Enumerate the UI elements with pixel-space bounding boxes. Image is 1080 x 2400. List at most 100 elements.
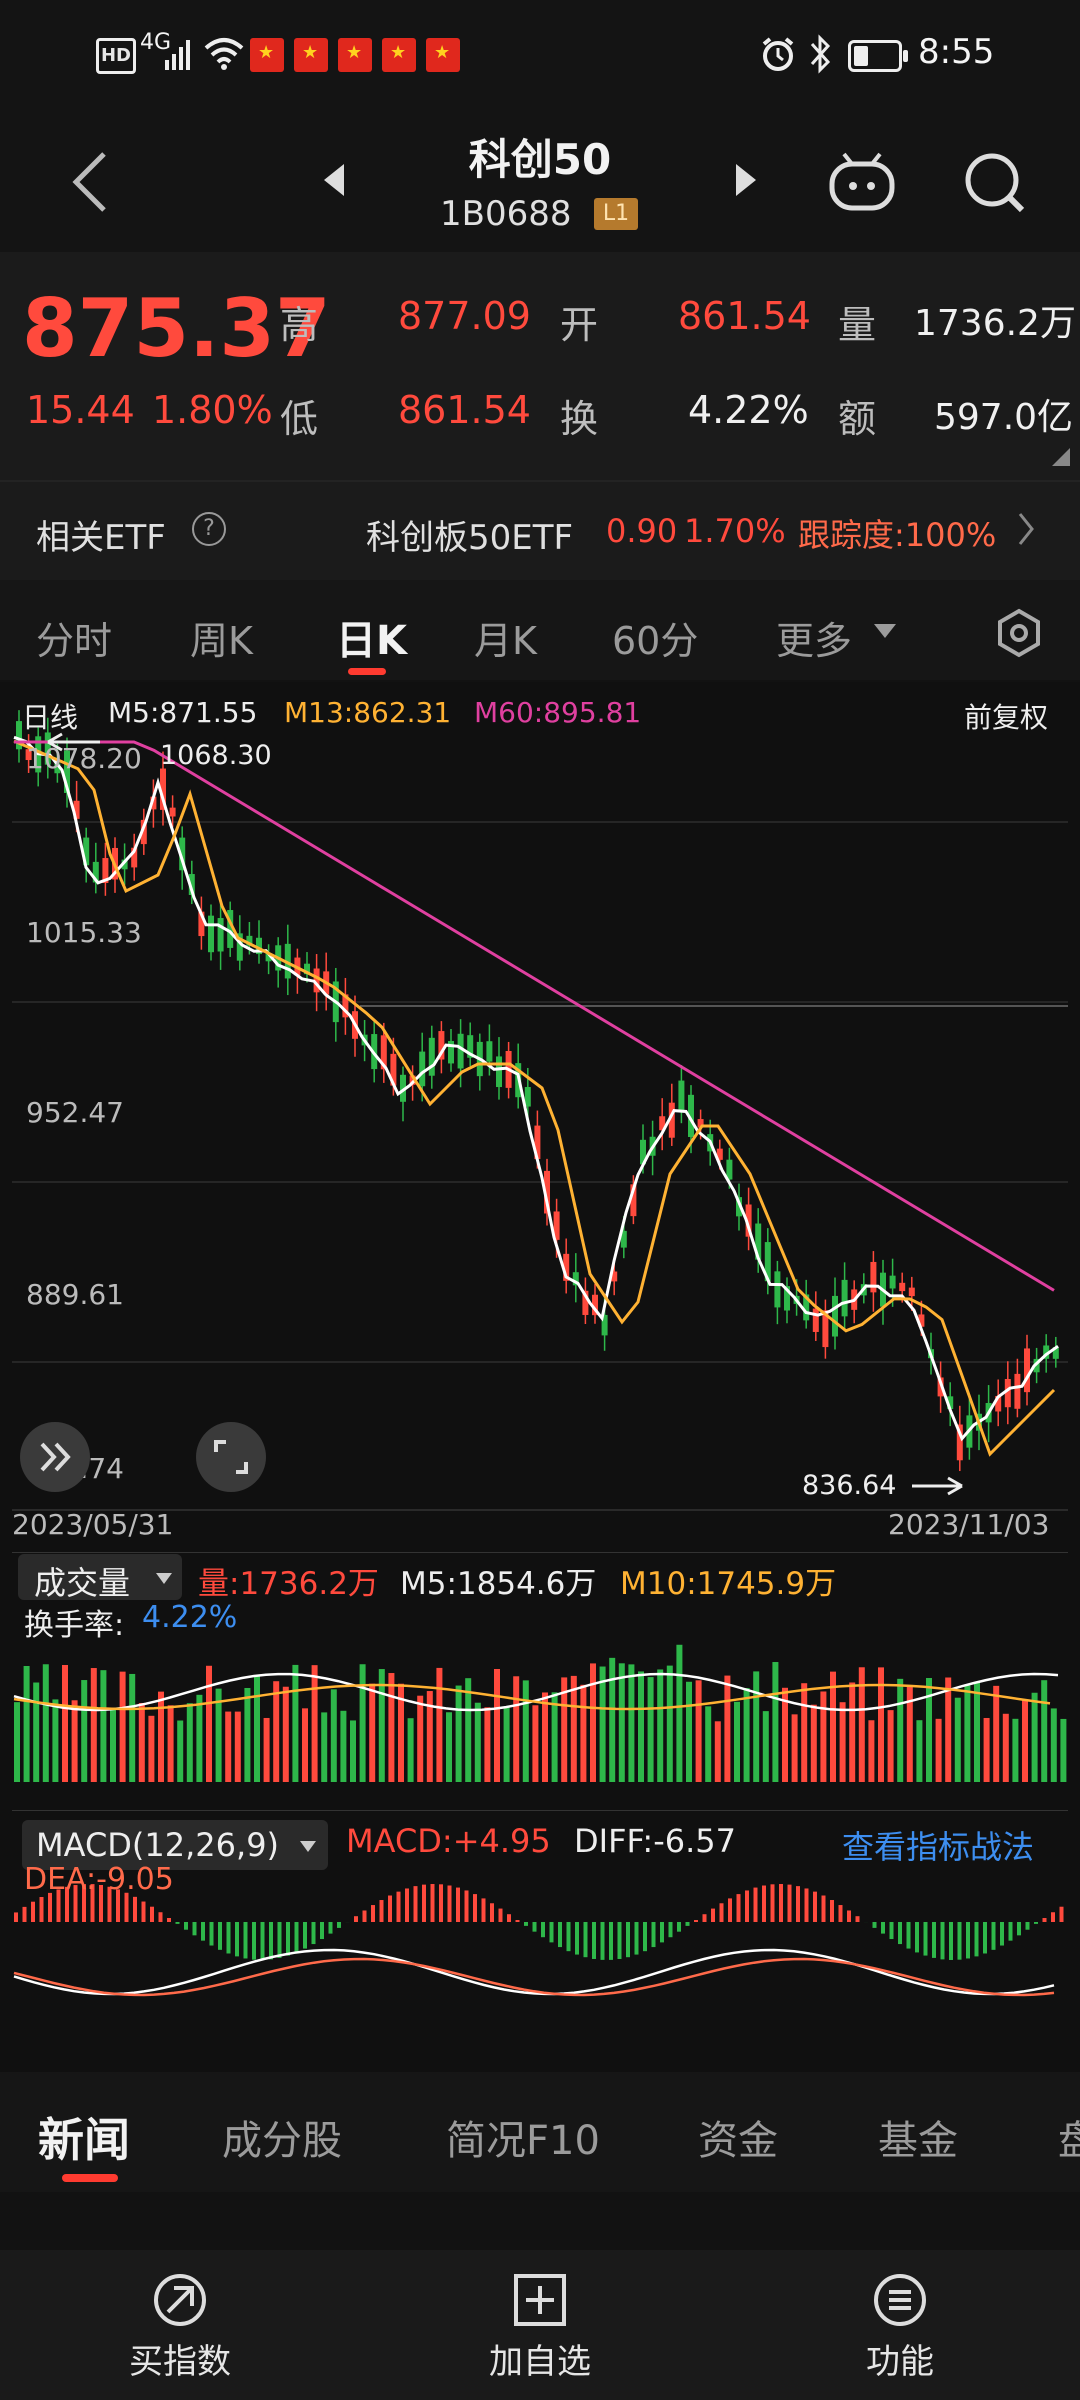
- volume-bar: [474, 1702, 481, 1782]
- macd-bar: [303, 1922, 307, 1949]
- level-badge: L1: [594, 198, 638, 230]
- macd-bar: [141, 1901, 146, 1922]
- low-label: 低: [280, 397, 319, 441]
- volume-bar: [62, 1664, 68, 1782]
- volume-bar: [945, 1677, 952, 1782]
- buy-index-button[interactable]: 买指数: [60, 2334, 300, 2383]
- high-marker: 1068.30: [160, 740, 272, 771]
- volume-bar: [186, 1703, 193, 1782]
- tab-funds-flow[interactable]: 资金: [698, 2108, 778, 2166]
- low-value: 861.54: [398, 388, 531, 432]
- macd-bar: [889, 1922, 894, 1940]
- macd-bar: [1034, 1922, 1038, 1924]
- macd-bar: [966, 1922, 970, 1959]
- volume-bar: [1002, 1713, 1009, 1782]
- volume-bar: [657, 1669, 664, 1782]
- volume-bar: [177, 1720, 184, 1782]
- macd-bar: [22, 1906, 27, 1922]
- volume-bar: [369, 1683, 376, 1782]
- volume-bar: [119, 1671, 126, 1782]
- volume-indicator-select[interactable]: 成交量: [18, 1554, 182, 1602]
- macd-value: MACD:+4.95: [346, 1822, 551, 1860]
- tab-market[interactable]: 盘: [1058, 2108, 1080, 2166]
- volume-bar: [618, 1663, 625, 1782]
- amount-label: 额: [838, 397, 877, 441]
- tab-news[interactable]: 新闻: [38, 2104, 130, 2170]
- flag-icon: [250, 38, 284, 72]
- candle-body: [1024, 1348, 1030, 1393]
- turnover-rate-value: 4.22%: [142, 1600, 238, 1635]
- macd-bar: [175, 1922, 180, 1924]
- chevron-right-icon: [1016, 512, 1036, 550]
- expand-corner-icon[interactable]: [1052, 448, 1070, 470]
- volume-bar: [494, 1669, 500, 1782]
- macd-bar: [745, 1890, 749, 1922]
- function-button[interactable]: 功能: [780, 2334, 1020, 2383]
- candle-body: [419, 1051, 426, 1087]
- kline-chart-area[interactable]: 日线 M5:871.55 M13:862.31 M60:895.81 前复权 1…: [0, 682, 1080, 2072]
- chart-settings-icon[interactable]: [994, 608, 1044, 662]
- volume-bar: [311, 1665, 318, 1782]
- prev-stock-icon[interactable]: [320, 162, 346, 202]
- macd-bar: [787, 1884, 792, 1922]
- function-menu-icon[interactable]: [872, 2272, 928, 2332]
- macd-bar: [770, 1884, 775, 1922]
- fullscreen-icon[interactable]: [196, 1422, 266, 1492]
- tab-daily[interactable]: 日K: [336, 608, 407, 666]
- macd-bar: [643, 1922, 647, 1952]
- volume-bar: [820, 1691, 827, 1782]
- macd-bar: [490, 1903, 494, 1922]
- volume-bar: [167, 1705, 174, 1782]
- alarm-icon: [760, 36, 796, 76]
- macd-bar: [702, 1914, 707, 1922]
- tab-fund[interactable]: 基金: [878, 2108, 958, 2166]
- macd-bar: [48, 1892, 52, 1922]
- macd-bar: [515, 1920, 520, 1922]
- ma13-line: [13, 739, 1056, 1457]
- next-stock-icon[interactable]: [734, 162, 760, 202]
- volume-bar: [14, 1702, 20, 1782]
- tab-weekly[interactable]: 周K: [190, 610, 253, 665]
- add-watchlist-icon[interactable]: [512, 2272, 568, 2332]
- tab-monthly[interactable]: 月K: [474, 610, 537, 665]
- volume-bar: [974, 1682, 980, 1782]
- robot-assistant-icon[interactable]: [826, 146, 898, 218]
- notification-flags: [250, 38, 470, 76]
- buy-index-icon[interactable]: [152, 2272, 208, 2332]
- volume-bar: [666, 1665, 673, 1782]
- candle-body: [208, 915, 214, 953]
- info-tabs: 新闻 成分股 简况F10 资金 基金 盘: [0, 2072, 1080, 2192]
- macd-bar: [549, 1922, 554, 1943]
- open-label: 开: [560, 303, 599, 347]
- candle-body: [908, 1287, 915, 1297]
- dea-value: DEA:-9.05: [24, 1862, 174, 1897]
- volume-bar: [340, 1710, 347, 1782]
- volume-bar: [436, 1667, 443, 1782]
- back-icon[interactable]: [70, 150, 110, 218]
- flag-icon: [294, 38, 328, 72]
- turnover-value: 4.22%: [688, 388, 809, 432]
- macd-bar: [243, 1922, 248, 1959]
- tab-intraday[interactable]: 分时: [36, 610, 112, 665]
- search-icon[interactable]: [962, 150, 1028, 220]
- macd-bar: [711, 1908, 715, 1922]
- volume-bar: [158, 1691, 164, 1782]
- macd-bar: [677, 1922, 681, 1932]
- tab-constituents[interactable]: 成分股: [222, 2108, 342, 2166]
- turnover-rate-label: 换手率:: [24, 1608, 125, 1643]
- add-watchlist-button[interactable]: 加自选: [420, 2334, 660, 2383]
- macd-bar: [847, 1910, 851, 1922]
- tab-f10[interactable]: 简况F10: [446, 2108, 600, 2166]
- help-icon[interactable]: ?: [192, 512, 226, 546]
- tab-60min[interactable]: 60分: [612, 610, 698, 665]
- volume-bar: [129, 1673, 136, 1782]
- candle-body: [169, 807, 176, 817]
- indicator-strategy-link[interactable]: 查看指标战法: [842, 1822, 1034, 1868]
- volume-bar: [551, 1692, 558, 1782]
- volume-bar: [791, 1714, 798, 1782]
- tab-more[interactable]: 更多: [776, 610, 852, 665]
- diff-line: [13, 1948, 1055, 1996]
- macd-bar: [719, 1903, 724, 1922]
- collapse-icon[interactable]: [20, 1422, 90, 1492]
- related-etf-bar[interactable]: 相关ETF ? 科创板50ETF 0.90 1.70% 跟踪度:100%: [0, 480, 1080, 582]
